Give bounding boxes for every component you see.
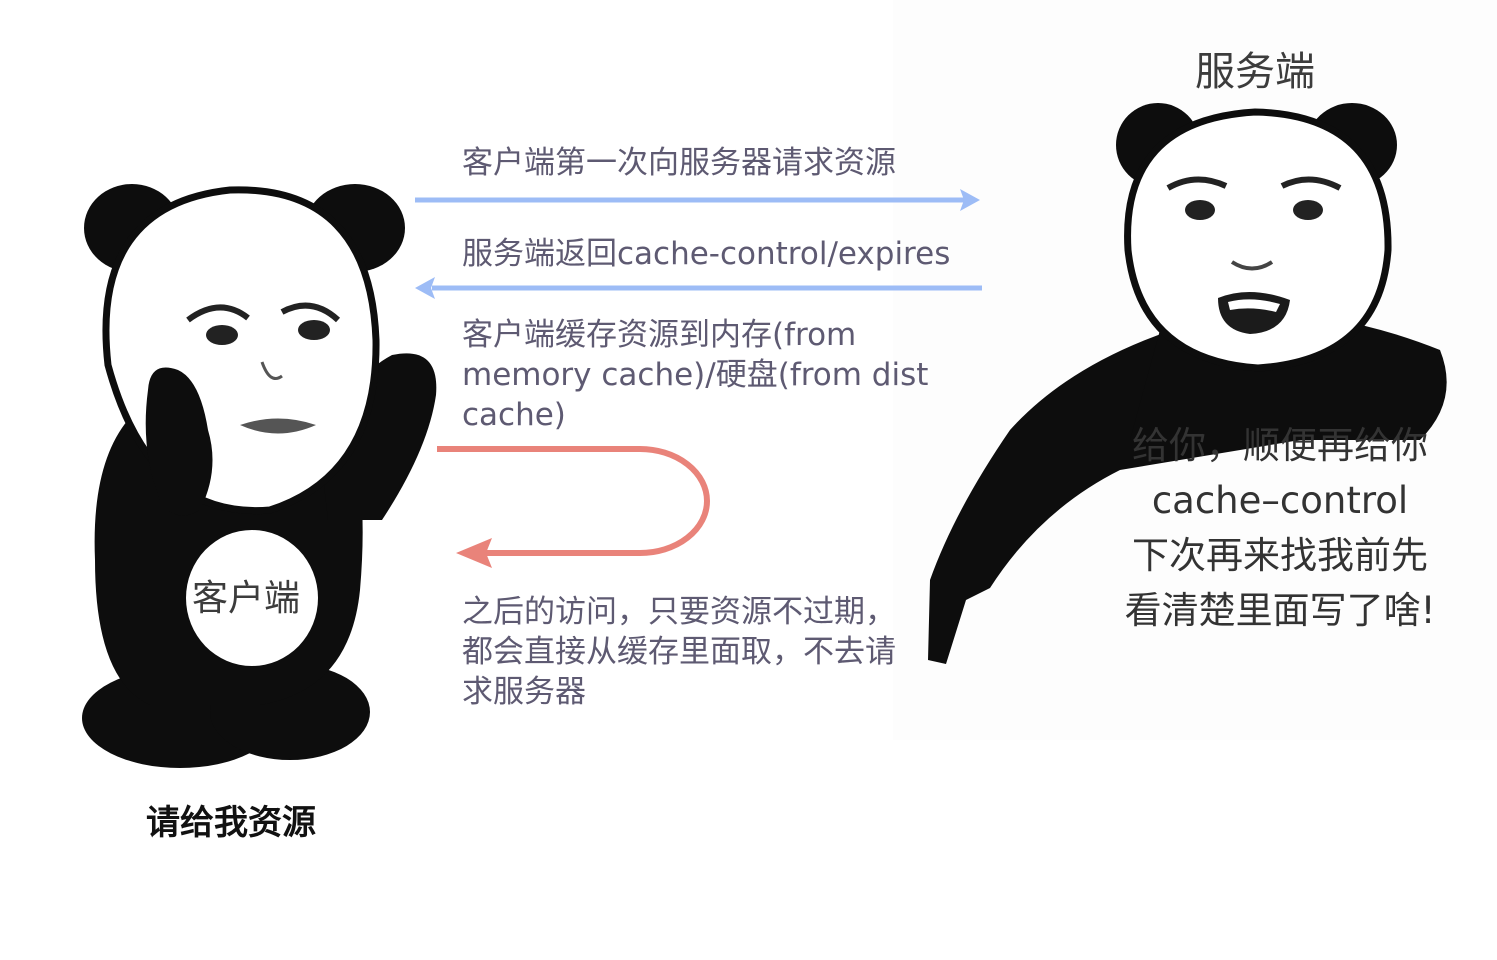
server-speech-line: 下次再来找我前先 bbox=[1132, 534, 1428, 577]
server-speech-line: 看清楚里面写了啥! bbox=[1124, 589, 1436, 632]
cache-flow-diagram: 客户端第一次向服务器请求资源 服务端返回cache-control/expire… bbox=[0, 0, 1497, 960]
step-cache-reuse-label: 之后的访问，只要资源不过期，都会直接从缓存里面取，不去请求服务器 bbox=[462, 594, 896, 710]
server-speech: 给你，顺便再给你 cache–control 下次再来找我前先 看清楚里面写了啥… bbox=[1100, 418, 1460, 638]
server-title: 服务端 bbox=[1195, 49, 1315, 95]
step-response-label: 服务端返回cache-control/expires bbox=[462, 236, 951, 272]
server-speech-line: cache–control bbox=[1151, 479, 1409, 522]
response-arrow bbox=[415, 277, 982, 299]
client-label: 客户端 bbox=[192, 578, 301, 619]
step-request-label: 客户端第一次向服务器请求资源 bbox=[462, 145, 896, 181]
server-speech-line: 给你，顺便再给你 bbox=[1132, 424, 1428, 467]
client-caption: 请给我资源 bbox=[146, 803, 316, 843]
request-arrow bbox=[415, 189, 980, 211]
step-cache-store-label: 客户端缓存资源到内存(from memory cache)/硬盘(from di… bbox=[462, 317, 929, 433]
cache-loop-arrow bbox=[437, 446, 710, 568]
